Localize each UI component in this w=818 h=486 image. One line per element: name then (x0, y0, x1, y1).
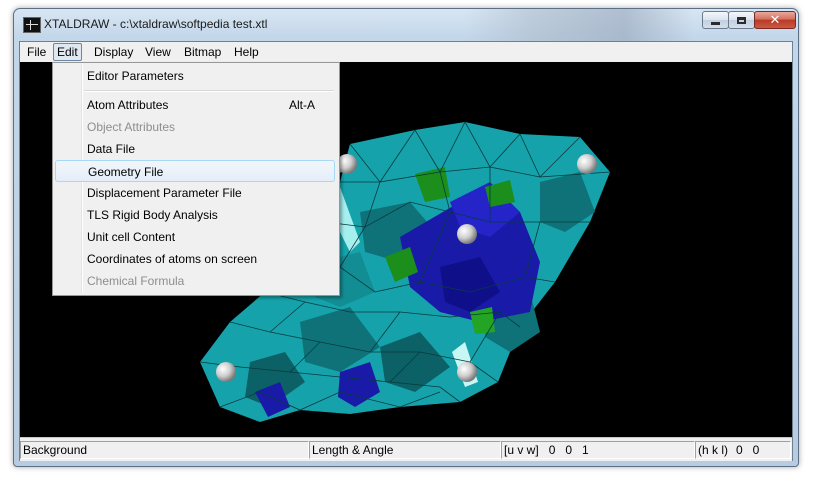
menu-item-object-attributes[interactable]: Object Attributes (55, 116, 335, 138)
menu-item-chemical-formula[interactable]: Chemical Formula (55, 270, 335, 292)
status-mode: Background (20, 441, 309, 459)
atom-sphere (457, 224, 477, 244)
maximize-icon (737, 16, 746, 24)
menu-item-geometry-file[interactable]: Geometry File (55, 160, 335, 182)
atom-sphere (216, 362, 236, 382)
maximize-button[interactable] (728, 11, 755, 29)
menu-item-editor-parameters[interactable]: Editor Parameters (55, 65, 335, 87)
app-icon[interactable] (23, 17, 41, 33)
menu-item-coordinates-of-atoms[interactable]: Coordinates of atoms on screen (55, 248, 335, 270)
uvw-values: 0 0 1 (548, 443, 589, 457)
menu-separator (84, 90, 334, 92)
menu-item-label: Atom Attributes (87, 98, 169, 112)
menu-item-label: Object Attributes (87, 120, 176, 134)
menu-item-label: TLS Rigid Body Analysis (87, 208, 218, 222)
menu-item-tls-rigid-body-analysis[interactable]: TLS Rigid Body Analysis (55, 204, 335, 226)
status-hkl: (h k l) 0 0 (695, 441, 791, 459)
status-tool: Length & Angle (309, 441, 501, 459)
status-uvw: [u v w] 0 0 1 (501, 441, 695, 459)
menu-item-label: Data File (87, 142, 136, 156)
menu-item-atom-attributes[interactable]: Atom Attributes Alt-A (55, 94, 335, 116)
title-bar[interactable]: XTALDRAW - c:\xtaldraw\softpedia test.xt… (14, 9, 798, 41)
menu-bar: File Edit Display View Bitmap Help (20, 42, 792, 62)
atom-sphere (337, 154, 357, 174)
atom-sphere (457, 362, 477, 382)
menu-item-label: Geometry File (88, 165, 164, 179)
atom-sphere (577, 154, 597, 174)
close-button[interactable]: ✕ (754, 11, 796, 29)
menu-file[interactable]: File (24, 44, 49, 60)
status-bar: Background Length & Angle [u v w] 0 0 1 (… (20, 437, 792, 461)
hkl-label: (h k l) (698, 443, 728, 457)
menu-help[interactable]: Help (231, 44, 262, 60)
menu-display[interactable]: Display (91, 44, 136, 60)
menu-item-label: Editor Parameters (87, 69, 184, 83)
window-title: XTALDRAW - c:\xtaldraw\softpedia test.xt… (44, 17, 268, 31)
menu-item-data-file[interactable]: Data File (55, 138, 335, 160)
minimize-button[interactable] (702, 11, 729, 29)
menu-bitmap[interactable]: Bitmap (181, 44, 224, 60)
menu-item-label: Chemical Formula (87, 274, 185, 288)
menu-item-label: Unit cell Content (87, 230, 176, 244)
uvw-label: [u v w] (504, 443, 539, 457)
title-bar-watermark (464, 9, 694, 41)
menu-item-shortcut: Alt-A (288, 98, 315, 112)
close-icon: ✕ (769, 12, 781, 28)
menu-item-displacement-parameter-file[interactable]: Displacement Parameter File (55, 182, 335, 204)
menu-edit[interactable]: Edit (53, 43, 82, 61)
menu-item-label: Coordinates of atoms on screen (87, 252, 258, 266)
edit-menu-dropdown: Editor Parameters Atom Attributes Alt-A … (52, 62, 340, 296)
menu-item-label: Displacement Parameter File (87, 186, 242, 200)
menu-view[interactable]: View (142, 44, 174, 60)
menu-item-unit-cell-content[interactable]: Unit cell Content (55, 226, 335, 248)
minimize-icon (711, 21, 720, 25)
hkl-values: 0 0 (736, 443, 760, 457)
